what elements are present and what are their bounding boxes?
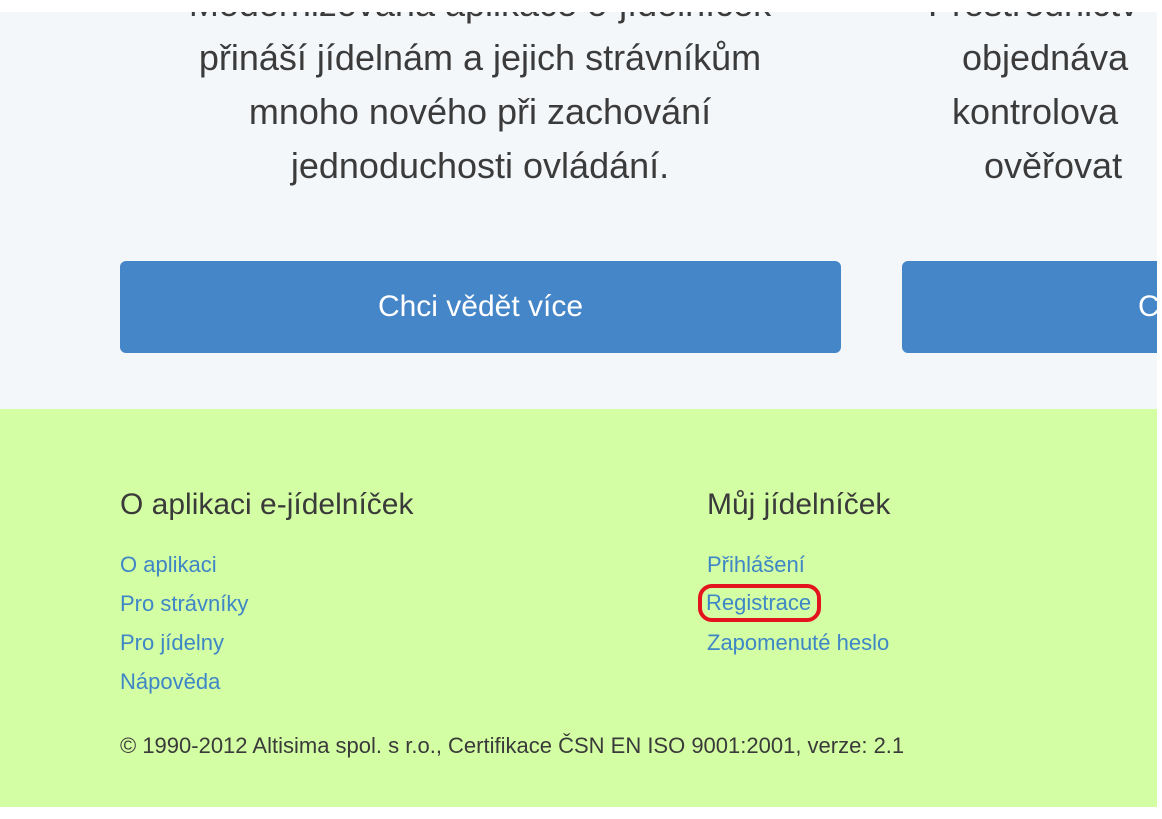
second-cta-button[interactable]: C (902, 261, 1157, 353)
footer: O aplikaci e-jídelníček O aplikaci Pro s… (0, 409, 1157, 807)
intro-line: objednáva (962, 37, 1129, 78)
footer-link-o-aplikaci[interactable]: O aplikaci (120, 545, 217, 584)
footer-link-registration[interactable]: Registrace (697, 584, 822, 622)
footer-heading-about: O aplikaci e-jídelníček (120, 488, 414, 521)
copyright-text: © 1990-2012 Altisima spol. s r.o., Certi… (120, 733, 905, 758)
learn-more-button[interactable]: Chci vědět více (120, 261, 841, 353)
footer-column-my-menu: Můj jídelníček Přihlášení Registrace Zap… (697, 487, 891, 662)
footer-link-pro-stravniky[interactable]: Pro strávníky (120, 584, 248, 623)
footer-link-login[interactable]: Přihlášení (707, 545, 805, 584)
intro-line: kontrolova (952, 91, 1119, 132)
footer-links-about: O aplikaci Pro strávníky Pro jídelny Náp… (120, 545, 413, 701)
intro-line: jednoduchosti ovládání. (290, 145, 670, 186)
intro-text-right: Prostřednictv objednáva kontrolova ověřo… (928, 12, 1157, 193)
footer-heading-my-menu: Můj jídelníček (707, 488, 891, 521)
intro-text-left: Modernizovaná aplikace e-jídelníček přin… (120, 12, 840, 193)
footer-link-forgot-password[interactable]: Zapomenuté heslo (707, 623, 889, 662)
page: Modernizovaná aplikace e-jídelníček přin… (0, 0, 1157, 819)
intro-line: přináší jídelnám a jejich strávníkům (198, 37, 762, 78)
hero-section: Modernizovaná aplikace e-jídelníček přin… (0, 12, 1157, 409)
footer-link-pro-jidelny[interactable]: Pro jídelny (120, 623, 224, 662)
intro-line: Prostřednictv (928, 12, 1157, 31)
footer-links-my-menu: Přihlášení Registrace Zapomenuté heslo (697, 545, 890, 662)
intro-line: mnoho nového při zachování (248, 91, 712, 132)
intro-line: ověřovat (984, 145, 1123, 186)
footer-column-about: O aplikaci e-jídelníček O aplikaci Pro s… (120, 487, 413, 701)
intro-line: Modernizovaná aplikace e-jídelníček (120, 12, 840, 31)
footer-link-napoveda[interactable]: Nápověda (120, 662, 220, 701)
